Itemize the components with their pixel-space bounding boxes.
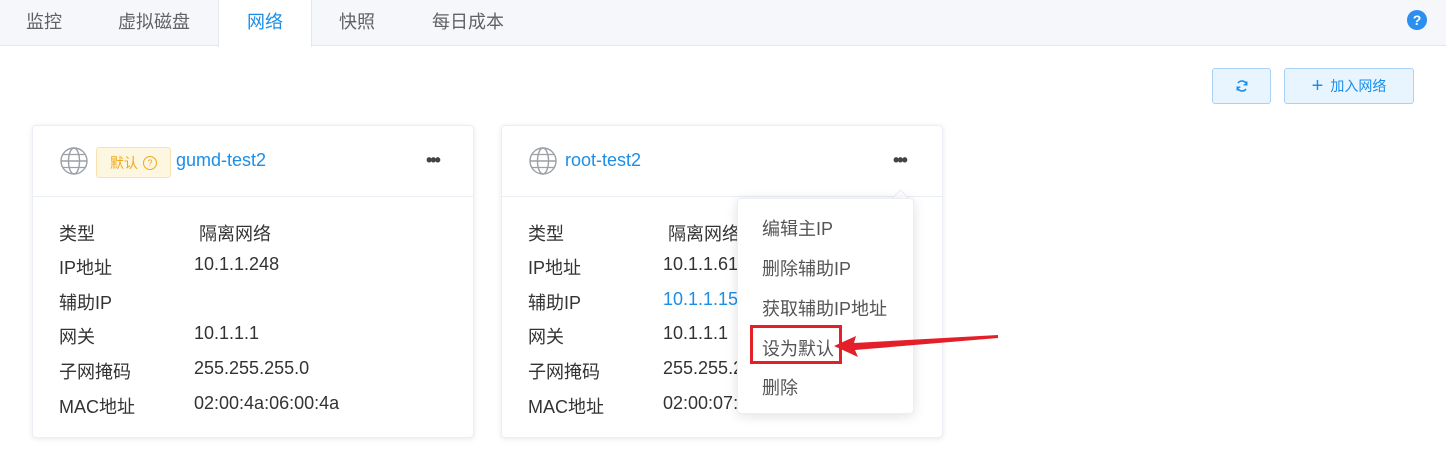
netmask-value: 255.255.2 [663, 358, 744, 378]
mac-label: MAC地址 [59, 397, 135, 417]
tab-network[interactable]: 网络 [218, 0, 312, 47]
highlight-box [750, 325, 842, 364]
add-network-label: 加入网络 [1330, 78, 1387, 94]
ip-label: IP地址 [528, 258, 582, 278]
refresh-button[interactable] [1212, 68, 1271, 104]
menu-item-edit-primary-ip[interactable]: 编辑主IP [762, 215, 833, 241]
annotation-arrow [834, 335, 998, 357]
netmask-label: 子网掩码 [59, 362, 131, 382]
network-name-link[interactable]: gumd-test2 [176, 150, 266, 171]
tab-monitor[interactable]: 监控 [0, 0, 88, 46]
gateway-value: 10.1.1.1 [194, 323, 260, 343]
type-label: 类型 [528, 224, 564, 244]
default-badge-label: 默认 [110, 154, 138, 171]
netmask-label: 子网掩码 [528, 362, 600, 382]
dropdown-menu: 编辑主IP 删除辅助IP 获取辅助IP地址 设为默认 删除 [737, 198, 914, 414]
type-value: 隔离网络 [668, 224, 740, 244]
mac-value: 02:00:4a:06:00:4a [194, 393, 340, 413]
netmask-value: 255.255.255.0 [194, 358, 310, 378]
plus-icon: + [1311, 75, 1324, 97]
more-icon[interactable]: ••• [893, 150, 908, 171]
type-label: 类型 [59, 224, 95, 244]
question-circle-icon[interactable]: ? [1407, 10, 1427, 30]
aux-ip-value-link[interactable]: 10.1.1.15 [663, 289, 738, 310]
globe-icon [60, 147, 88, 175]
tab-daily-cost[interactable]: 每日成本 [408, 0, 528, 46]
menu-item-delete-aux-ip[interactable]: 删除辅助IP [762, 255, 851, 281]
card-header: 默认 ? gumd-test2 ••• [33, 126, 473, 197]
gateway-label: 网关 [59, 327, 95, 347]
gateway-label: 网关 [528, 327, 564, 347]
globe-icon [529, 147, 557, 175]
aux-ip-label: 辅助IP [528, 293, 582, 313]
tab-bar: 监控 虚拟磁盘 网络 快照 每日成本 ? [0, 0, 1446, 47]
ip-value: 10.1.1.61 [663, 254, 739, 274]
network-name-link[interactable]: root-test2 [565, 150, 641, 171]
menu-item-delete[interactable]: 删除 [762, 374, 798, 400]
network-card: 默认 ? gumd-test2 ••• 类型 隔离网络 IP地址 10.1.1.… [32, 125, 474, 438]
tab-snapshot[interactable]: 快照 [318, 0, 396, 46]
mac-value: 02:00:07: [663, 393, 739, 413]
gateway-value: 10.1.1.1 [663, 323, 729, 343]
more-icon[interactable]: ••• [426, 150, 441, 171]
ip-label: IP地址 [59, 258, 113, 278]
aux-ip-label: 辅助IP [59, 293, 113, 313]
default-badge: 默认 ? [96, 147, 171, 178]
ip-value: 10.1.1.248 [194, 254, 280, 274]
question-circle-icon[interactable]: ? [143, 155, 157, 170]
type-value: 隔离网络 [199, 224, 271, 244]
add-network-button[interactable]: + 加入网络 [1284, 68, 1414, 104]
tab-virtual-disk[interactable]: 虚拟磁盘 [96, 0, 212, 46]
mac-label: MAC地址 [528, 397, 604, 417]
refresh-icon [1236, 80, 1247, 92]
card-header: root-test2 ••• [502, 126, 942, 197]
menu-item-get-aux-ip[interactable]: 获取辅助IP地址 [762, 295, 887, 321]
